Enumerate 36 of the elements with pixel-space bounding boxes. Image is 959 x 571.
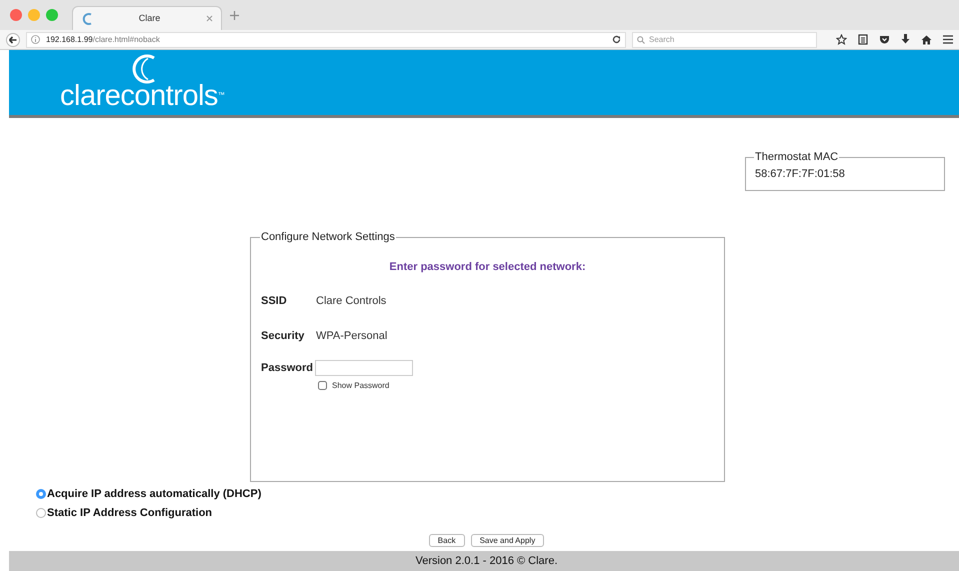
new-tab-icon[interactable] xyxy=(230,10,239,20)
field-label: SSID xyxy=(261,294,288,309)
field-label: Security xyxy=(261,328,306,344)
star-icon[interactable] xyxy=(836,34,847,45)
version-footer: Version 2.0.1 - 2016 © Clare. xyxy=(9,551,959,571)
network-prompt: Enter password for selected network: xyxy=(388,260,587,274)
radio-label: Static IP Address Configuration xyxy=(47,506,212,520)
back-arrow-icon[interactable] xyxy=(6,32,20,46)
reload-icon[interactable] xyxy=(612,35,621,44)
c-logo-icon xyxy=(81,12,93,26)
close-window-icon[interactable] xyxy=(10,9,22,21)
show-password-label: Show Password xyxy=(332,380,390,392)
clipboard-icon[interactable] xyxy=(858,34,868,45)
password-field[interactable] xyxy=(314,360,413,376)
password-label: Password xyxy=(261,361,313,376)
radio-button[interactable] xyxy=(36,508,46,518)
radio-button[interactable] xyxy=(36,489,46,500)
search-icon xyxy=(637,36,645,44)
download-icon[interactable] xyxy=(901,34,910,45)
field-value: Clare Controls xyxy=(316,294,386,309)
home-icon[interactable] xyxy=(921,34,932,44)
info-icon xyxy=(31,35,40,44)
pocket-icon[interactable] xyxy=(879,34,890,44)
show-password-checkbox[interactable] xyxy=(318,381,327,390)
action-button[interactable]: Back xyxy=(428,534,465,547)
action-button[interactable]: Save and Apply xyxy=(470,534,544,547)
radio-label: Acquire IP address automatically (DHCP) xyxy=(47,487,262,502)
field-value: WPA-Personal xyxy=(316,328,388,344)
menu-icon[interactable] xyxy=(943,35,953,44)
network-settings-legend: Configure Network Settings xyxy=(260,229,396,246)
browser-tab[interactable]: Clare xyxy=(72,6,222,30)
close-tab-icon[interactable] xyxy=(206,15,213,22)
url-text: 192.168.1.99/clare.html#noback xyxy=(46,34,160,46)
thermostat-mac-legend: Thermostat MAC xyxy=(754,149,840,166)
mac-address: 58:67:7F:7F:01:58 xyxy=(755,166,846,182)
address-bar[interactable]: 192.168.1.99/clare.html#noback xyxy=(26,32,626,48)
